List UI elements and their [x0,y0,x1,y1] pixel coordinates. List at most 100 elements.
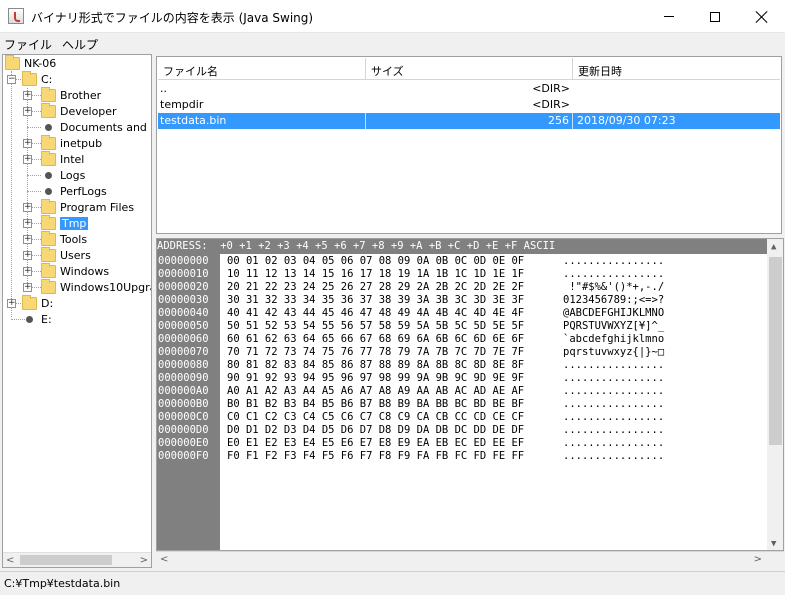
java-cup-icon [8,8,24,24]
cell-date [573,81,780,97]
tree-connector [11,71,12,317]
maximize-button[interactable] [692,0,738,33]
ascii-cell: ................ [563,437,665,449]
close-button[interactable] [739,0,785,33]
ascii-cell: ................ [563,450,665,462]
table-header: ファイル名 サイズ 更新日時 [158,58,780,80]
tree-item-drive-d[interactable]: D: [22,294,53,311]
address-cell: 00000060 [158,333,209,345]
tree-item-documents[interactable]: Documents and S [41,119,151,135]
scroll-left-icon[interactable]: < [160,554,168,565]
hex-bytes-cell: D0 D1 D2 D3 D4 D5 D6 D7 D8 D9 DA DB DC D… [227,424,525,436]
tree-connector [27,175,41,176]
menu-bar: ファイル ヘルプ [0,33,785,53]
file-list-table[interactable]: ファイル名 サイズ 更新日時 .. <DIR> tempdir <DIR> te… [156,56,782,234]
hex-vertical-scrollbar[interactable]: ▲ ▼ [767,239,783,550]
ascii-cell: ................ [563,424,665,436]
folder-icon [41,86,56,102]
tree-horizontal-scrollbar[interactable]: < > [3,552,151,567]
address-cell: 000000D0 [158,424,209,436]
scroll-up-icon[interactable]: ▲ [771,242,776,252]
expand-toggle[interactable]: + [23,235,32,244]
folder-icon [41,134,56,150]
expand-toggle[interactable]: + [23,139,32,148]
status-bar: C:¥Tmp¥testdata.bin [0,571,785,595]
tree-item-drive-c[interactable]: C: [22,70,52,87]
tree-item-tools[interactable]: Tools [41,230,87,247]
tree-item-drive-e[interactable]: E: [22,311,52,327]
tree-item-windows10upgrade[interactable]: Windows10Upgrad [41,278,151,295]
scroll-down-icon[interactable]: ▼ [771,539,776,549]
ascii-cell: ................ [563,268,665,280]
tree-item-perflogs[interactable]: PerfLogs [41,183,107,199]
expand-toggle[interactable]: + [23,155,32,164]
expand-toggle[interactable]: + [23,91,32,100]
ascii-cell: 0123456789:;<=>? [563,294,665,306]
hex-header: ADDRESS: +0 +1 +2 +3 +4 +5 +6 +7 +8 +9 +… [157,239,767,254]
title-bar: バイナリ形式でファイルの内容を表示 (Java Swing) [0,0,785,33]
hex-horizontal-scrollbar[interactable]: < > [156,551,784,568]
hex-bytes-cell: 20 21 22 23 24 25 26 27 28 29 2A 2B 2C 2… [227,281,525,293]
scroll-thumb[interactable] [20,555,112,565]
tree-item-windows[interactable]: Windows [41,262,109,279]
tree-item-logs[interactable]: Logs [41,167,85,183]
hex-view[interactable]: ADDRESS: +0 +1 +2 +3 +4 +5 +6 +7 +8 +9 +… [156,238,784,551]
scroll-thumb[interactable] [769,257,782,445]
folder-icon [41,262,56,278]
expand-toggle[interactable]: + [23,203,32,212]
column-header-date[interactable]: 更新日時 [573,58,780,80]
tree-item-root[interactable]: NK-06 [5,55,56,71]
hex-bytes-cell: 50 51 52 53 54 55 56 57 58 59 5A 5B 5C 5… [227,320,525,332]
tree-item-program-files[interactable]: Program Files [41,198,134,215]
menu-file[interactable]: ファイル [0,33,56,53]
address-cell: 00000000 [158,255,209,267]
ascii-cell: @ABCDEFGHIJKLMNO [563,307,665,319]
expand-toggle[interactable]: + [23,267,32,276]
menu-help[interactable]: ヘルプ [58,33,102,53]
scroll-right-icon[interactable]: > [140,555,148,566]
tree-connector [27,191,41,192]
tree-item-inetpub[interactable]: inetpub [41,134,102,151]
tree-item-users[interactable]: Users [41,246,91,263]
ascii-cell: ................ [563,385,665,397]
status-path: C:¥Tmp¥testdata.bin [4,577,121,590]
expand-toggle[interactable]: + [7,299,16,308]
table-row[interactable]: .. <DIR> [158,81,780,97]
address-cell: 00000090 [158,372,209,384]
hex-bytes-cell: F0 F1 F2 F3 F4 F5 F6 F7 F8 F9 FA FB FC F… [227,450,525,462]
address-cell: 00000070 [158,346,209,358]
tree-item-intel[interactable]: Intel [41,150,84,167]
collapse-toggle[interactable]: − [7,75,16,84]
column-header-size[interactable]: サイズ [366,58,573,80]
cell-date: 2018/09/30 07:23 [577,114,676,127]
tree-item-developer[interactable]: Developer [41,102,117,119]
column-header-name[interactable]: ファイル名 [158,58,366,80]
table-row[interactable]: tempdir <DIR> [158,97,780,113]
expand-toggle[interactable]: + [23,219,32,228]
hex-bytes-cell: 10 11 12 13 14 15 16 17 18 19 1A 1B 1C 1… [227,268,525,280]
cell-size: <DIR> [532,82,570,95]
tree-item-brother[interactable]: Brother [41,86,101,103]
scroll-right-icon[interactable]: > [754,554,762,565]
tree-item-tmp[interactable]: Tmp [41,214,89,231]
close-icon [755,10,769,24]
cell-size: <DIR> [532,98,570,111]
folder-icon [41,102,56,118]
ascii-cell: ................ [563,359,665,371]
cell-name: .. [160,82,167,95]
cell-date [573,97,780,113]
leaf-icon [45,187,52,195]
expand-toggle[interactable]: + [23,283,32,292]
hex-bytes-cell: 90 91 92 93 94 95 96 97 98 99 9A 9B 9C 9… [227,372,525,384]
window-title: バイナリ形式でファイルの内容を表示 (Java Swing) [31,11,314,25]
expand-toggle[interactable]: + [23,251,32,260]
hex-bytes-cell: E0 E1 E2 E3 E4 E5 E6 E7 E8 E9 EA EB EC E… [227,437,525,449]
directory-tree[interactable]: NK-06 − C: + Brother + Developer Documen… [2,54,152,568]
table-row-selected[interactable]: testdata.bin 256 2018/09/30 07:23 [158,113,780,129]
minimize-button[interactable] [646,0,692,33]
scroll-left-icon[interactable]: < [6,555,14,566]
expand-toggle[interactable]: + [23,107,32,116]
folder-icon [41,150,56,166]
maximize-icon [710,11,720,22]
ascii-cell: ................ [563,398,665,410]
